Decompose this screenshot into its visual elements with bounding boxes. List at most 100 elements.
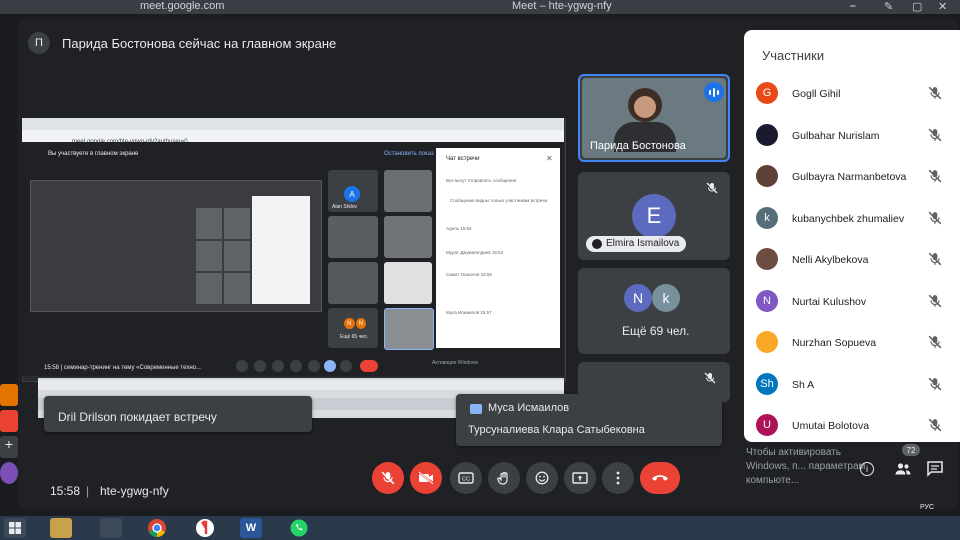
inner-chat-line: Все могут отправлять сообщения (446, 178, 517, 183)
participant-avatar (756, 165, 778, 187)
mic-off-icon (928, 294, 944, 310)
participants-title: Участники (762, 48, 825, 63)
people-icon[interactable] (894, 460, 912, 478)
inner-end-control (360, 360, 378, 372)
participant-avatar (756, 123, 778, 146)
participant-avatar: k (652, 284, 680, 312)
speaking-indicator-icon (704, 82, 724, 102)
inner-cam-control (254, 360, 266, 372)
inner-address-bar: meet.google.com/hte-ygwg-nfy?authuser=0 (22, 130, 564, 145)
inner-chat-title: Чат встречи (446, 156, 480, 162)
mic-button[interactable] (372, 462, 404, 494)
participant-name: Umutai Bolotova (792, 420, 870, 432)
meeting-code[interactable]: hte-ygwg-nfy (100, 484, 169, 498)
file-explorer-icon[interactable] (50, 518, 72, 538)
participant-name: Elmira Ismailova (606, 238, 680, 249)
inner-tile (384, 262, 432, 304)
inner-tile (384, 308, 434, 350)
windows-icon (9, 522, 21, 534)
inner-cc-control (272, 360, 284, 372)
message-text: Турсуналиева Клара Сатыбековна (468, 424, 645, 436)
inner-meeting-line: 15:58 | семинар-тренинг на тему «Совреме… (44, 365, 201, 371)
yandex-browser-icon[interactable] (194, 518, 216, 538)
mic-off-icon (928, 418, 944, 434)
participant-avatar: G (756, 82, 778, 104)
assistant-icon[interactable] (0, 462, 18, 484)
presenter-avatar: П (28, 32, 50, 54)
inner-desktop-bar (38, 380, 564, 390)
side-app-icon[interactable] (0, 384, 18, 406)
reactions-button[interactable] (526, 462, 558, 494)
mic-off-icon (928, 169, 944, 185)
participant-name: Gulbayra Narmanbetova (792, 171, 907, 183)
inner-chat-line: Сообщения видны только участникам встреч… (450, 198, 549, 203)
mic-off-icon (928, 377, 944, 393)
participant-row[interactable]: U Umutai Bolotova (752, 408, 960, 442)
inner-tile (384, 216, 432, 258)
mic-off-icon (928, 86, 944, 102)
more-vert-icon (616, 471, 620, 485)
participant-row[interactable]: G Gogll Gihil (752, 76, 960, 110)
presentation-banner: Парида Бостонова сейчас на главном экран… (62, 36, 337, 51)
inner-stop-presenting: Остановить показ (384, 151, 434, 157)
participant-name: kubanychbek zhumaliev (792, 212, 905, 225)
participant-avatar: k (756, 206, 778, 229)
raise-hand-button[interactable] (488, 462, 520, 494)
participant-row[interactable]: Nelli Akylbekova (752, 242, 960, 276)
speaker-name: Парида Бостонова (590, 140, 686, 152)
message-sender: Муса Исмаилов (488, 402, 570, 414)
present-screen-icon (572, 471, 588, 484)
participant-name: Gulbahar Nurislam (792, 129, 880, 142)
whatsapp-icon[interactable] (288, 518, 310, 538)
participant-name: Nelli Akylbekova (792, 254, 869, 266)
present-button[interactable] (564, 462, 596, 494)
participant-row[interactable]: N Nurtai Kulushov (752, 284, 960, 318)
inner-chat-line: Муса Исмаилов 15:57 (446, 310, 492, 315)
inner-emoji-control (308, 360, 320, 372)
more-participants-label: Ещё 69 чел. (622, 324, 690, 338)
mic-off-icon (706, 182, 718, 197)
more-options-button[interactable] (602, 462, 634, 494)
more-participants-tile[interactable] (578, 268, 730, 354)
participant-row[interactable]: Nurzhan Sopueva (752, 325, 960, 359)
leave-call-button[interactable] (640, 462, 680, 494)
inner-more-avatars: NN (344, 318, 366, 330)
start-button[interactable] (4, 518, 26, 538)
window-pin-icon[interactable]: ✎ (884, 0, 893, 13)
taskbar-app-icon[interactable] (100, 518, 122, 538)
participant-avatar (756, 331, 778, 353)
participant-row[interactable]: Sh Sh A (752, 367, 960, 401)
windows-taskbar (0, 516, 960, 540)
camera-button[interactable] (410, 462, 442, 494)
leave-notification-text: Dril Drilson покидает встречу (58, 410, 217, 424)
inner-more-control (340, 360, 352, 372)
chat-icon[interactable] (926, 460, 944, 478)
mail-icon[interactable] (0, 410, 18, 432)
language-indicator[interactable]: РУС (920, 504, 934, 511)
window-minimize-icon[interactable]: ⎯ (850, 0, 856, 13)
participant-row[interactable]: k kubanychbek zhumaliev (752, 201, 960, 235)
window-title: Meet – hte-ygwg-nfy (512, 0, 612, 12)
inner-present-control (324, 360, 336, 372)
address-bar[interactable]: meet.google.com (140, 0, 224, 12)
word-icon[interactable]: W (240, 518, 262, 538)
participant-avatar: N (624, 284, 652, 312)
inner-present-text: Вы участвуете в главном экране (48, 151, 139, 157)
window-maximize-icon[interactable]: ▢ (912, 0, 922, 13)
participant-row[interactable]: Gulbahar Nurislam (752, 118, 960, 152)
chrome-icon[interactable] (146, 518, 168, 538)
meeting-info-icon[interactable]: i (860, 462, 874, 476)
nested-chat-panel (252, 196, 310, 304)
participant-avatar: Sh (756, 372, 778, 395)
pin-icon (592, 239, 602, 249)
mic-off-icon (928, 128, 944, 144)
participant-row[interactable]: Gulbayra Narmanbetova (752, 159, 960, 193)
windows-activation-watermark: Чтобы активировать Windows, п... парамет… (746, 447, 866, 486)
captions-icon: CC (458, 472, 474, 484)
participant-name: Gogll Gihil (792, 88, 841, 100)
add-icon[interactable]: + (0, 436, 18, 458)
participant-count-badge: 72 (902, 444, 920, 456)
window-close-icon[interactable]: ✕ (938, 0, 947, 13)
captions-button[interactable]: CC (450, 462, 482, 494)
svg-text:CC: CC (462, 477, 470, 483)
